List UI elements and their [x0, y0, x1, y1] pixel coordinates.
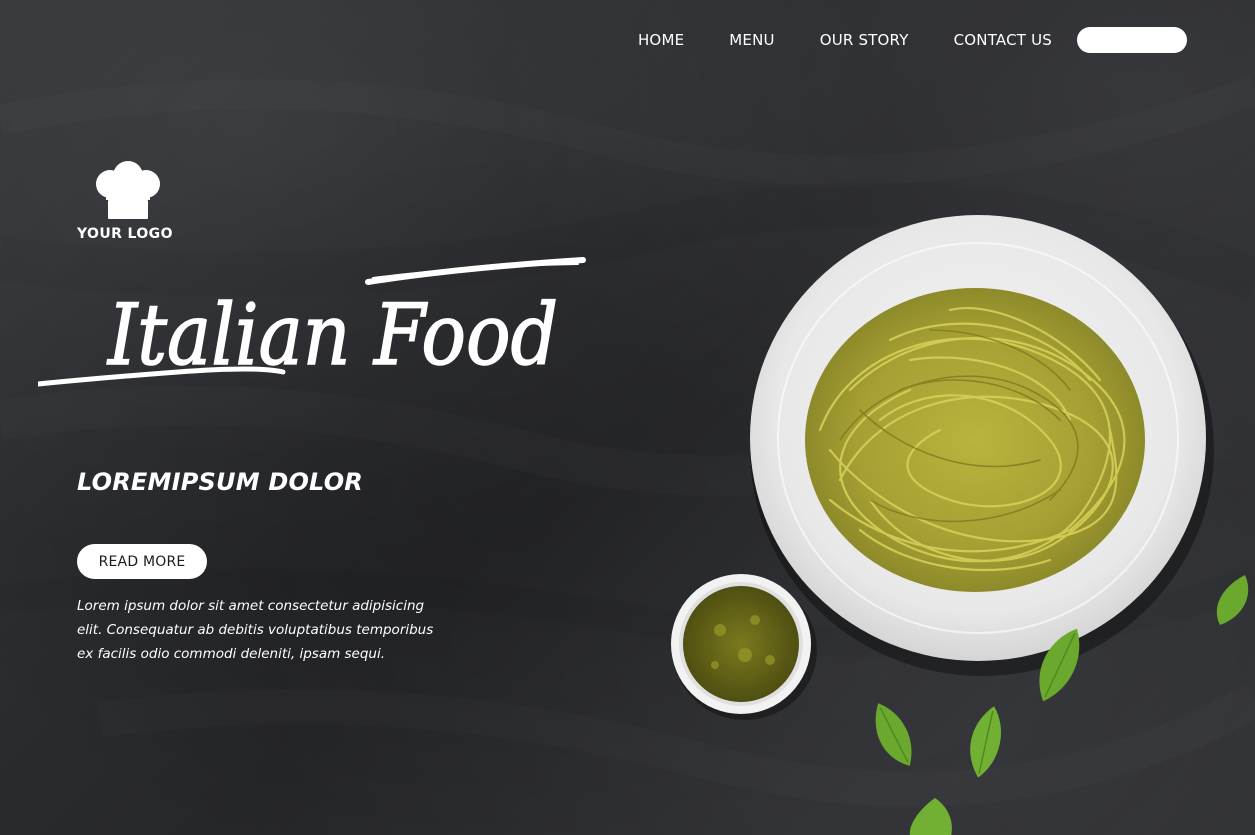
- nav-menu[interactable]: MENU: [729, 27, 774, 53]
- pasta-plate-illustration: [671, 215, 1249, 835]
- hero-subtitle: LOREMIPSUM DOLOR: [77, 468, 363, 496]
- nav-our-story[interactable]: OUR STORY: [820, 27, 909, 53]
- nav-contact-us[interactable]: CONTACT US: [954, 27, 1052, 53]
- nav-home[interactable]: HOME: [638, 27, 684, 53]
- nav-pill-button[interactable]: [1077, 27, 1187, 53]
- main-navigation: HOME MENU OUR STORY CONTACT US: [638, 27, 1187, 53]
- chef-hat-icon: [96, 161, 160, 219]
- logo[interactable]: YOUR LOGO: [77, 160, 179, 242]
- read-more-button[interactable]: READ MORE: [77, 544, 207, 579]
- hero-body-text: Lorem ipsum dolor sit amet consectetur a…: [77, 598, 434, 662]
- hero-title-text: Italian Food: [106, 286, 558, 384]
- hero-title: Italian Food: [38, 257, 586, 387]
- logo-text: YOUR LOGO: [77, 226, 173, 242]
- pasta: [805, 288, 1145, 592]
